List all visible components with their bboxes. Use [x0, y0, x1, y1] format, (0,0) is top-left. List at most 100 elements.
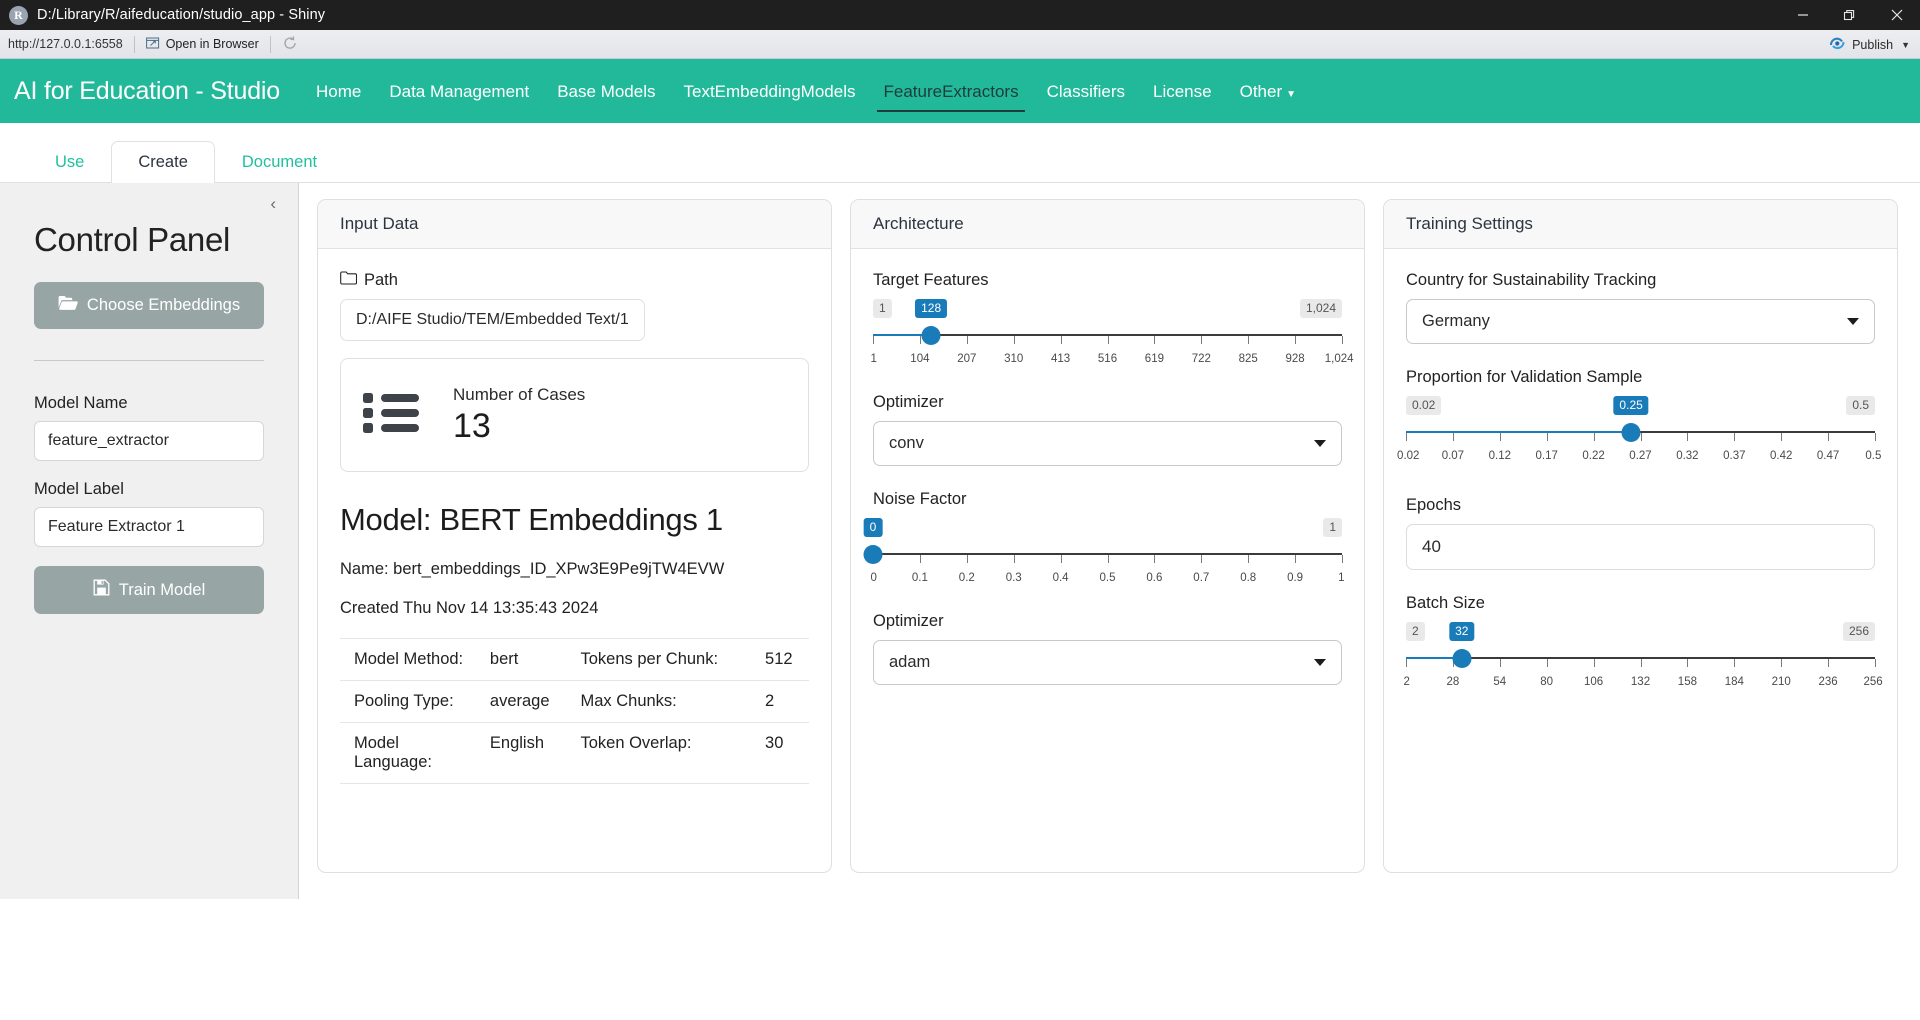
tab-use[interactable]: Use — [28, 141, 111, 183]
path-label-row: Path — [340, 271, 809, 290]
slider-tick-labels: 1 104 207 310 413 516 619 722 825 928 1,024 — [870, 353, 1353, 371]
slider-max-pip: 0.5 — [1846, 396, 1875, 415]
r-logo-icon: R — [9, 5, 28, 25]
slider-tick — [1593, 659, 1595, 667]
model-name-label: Model Name — [34, 394, 128, 412]
slider-handle[interactable] — [1452, 649, 1472, 668]
country-select[interactable]: Germany — [1406, 299, 1875, 344]
save-icon — [93, 579, 110, 601]
slider-track[interactable] — [1406, 420, 1876, 442]
viewer-url[interactable]: http://127.0.0.1:6558 — [8, 37, 123, 51]
nav-item-other[interactable]: Other ▼ — [1226, 63, 1310, 120]
slider-tick — [1499, 659, 1501, 667]
slider-tick-label: 104 — [910, 353, 930, 365]
slider-track[interactable] — [863, 542, 1343, 564]
validation-proportion-label: Proportion for Validation Sample — [1406, 368, 1643, 386]
slider-tick-labels: 0 0.1 0.2 0.3 0.4 0.5 0.6 0.7 0.8 0.9 1 — [870, 572, 1344, 590]
number-of-cases-value: 13 — [453, 407, 491, 445]
window-titlebar: R D:/Library/R/aifeducation/studio_app -… — [0, 0, 1920, 30]
slider-tick — [919, 336, 921, 344]
optimizer-2-select[interactable]: adam — [873, 640, 1342, 685]
training-settings-card: Training Settings Country for Sustainabi… — [1383, 199, 1898, 873]
slider-tick-labels: 0.02 0.07 0.12 0.17 0.22 0.27 0.32 0.37 0.42 0.47… — [1397, 450, 1881, 468]
slider-tick-label: 0.12 — [1488, 450, 1511, 462]
slider-pips: 0 1 — [863, 518, 1342, 540]
nav-item-base-models[interactable]: Base Models — [543, 63, 669, 120]
cell-value: bert — [483, 638, 575, 682]
slider-tick — [1781, 433, 1783, 441]
publish-button[interactable]: Publish ▼ — [1829, 30, 1910, 59]
main-content: Input Data Path D:/AIFE Studio/TEM/Embed… — [299, 183, 1920, 873]
nav-item-classifiers[interactable]: Classifiers — [1033, 63, 1139, 120]
slider-value-pip: 128 — [915, 299, 948, 318]
slider-handle[interactable] — [921, 326, 941, 345]
slider-ticks — [1406, 659, 1876, 668]
slider-tick-label: 516 — [1097, 353, 1118, 365]
slider-tick-label: 413 — [1051, 353, 1071, 365]
slider-tick — [919, 555, 921, 563]
tab-document[interactable]: Document — [215, 141, 344, 183]
validation-proportion-slider[interactable]: 0.02 0.25 0.5 0.02 0.07 0.12 0.17 0.22 0.27 0.… — [1397, 396, 1881, 468]
slider-tick-label: 0.2 — [958, 572, 975, 584]
epochs-input[interactable] — [1406, 524, 1875, 570]
slider-tick-label: 54 — [1493, 676, 1507, 688]
nav-item-feature-extractors[interactable]: FeatureExtractors — [869, 63, 1032, 120]
slider-track[interactable] — [873, 323, 1343, 345]
optimizer-1-select[interactable]: conv — [873, 421, 1342, 466]
minimize-icon[interactable] — [1779, 0, 1826, 30]
slider-tick — [1013, 336, 1015, 344]
close-icon[interactable] — [1873, 0, 1920, 30]
slider-tick-label: 928 — [1285, 353, 1305, 365]
training-settings-header: Training Settings — [1384, 200, 1897, 249]
publish-label: Publish — [1852, 37, 1894, 52]
choose-embeddings-button[interactable]: Choose Embeddings — [34, 282, 264, 329]
model-name-input[interactable] — [34, 421, 264, 461]
table-row: Pooling Type: average Max Chunks: 2 — [340, 680, 809, 724]
open-in-browser-label: Open in Browser — [165, 37, 259, 51]
noise-factor-slider[interactable]: 0 1 0 0.1 0.2 0.3 0.4 0.5 0.6 0.7 0.8 0.9 1 — [863, 518, 1345, 590]
train-model-button[interactable]: Train Model — [34, 566, 264, 614]
app-brand[interactable]: AI for Education - Studio — [14, 77, 280, 106]
control-panel-title: Control Panel — [34, 221, 231, 258]
slider-tick — [1201, 336, 1203, 344]
open-in-browser-button[interactable]: Open in Browser — [145, 36, 259, 53]
slider-tick — [1060, 336, 1062, 344]
cell-value: English — [483, 722, 575, 785]
chevron-down-icon — [1847, 318, 1859, 325]
slider-track[interactable] — [1406, 646, 1876, 668]
slider-tick-label: 0.9 — [1287, 572, 1304, 584]
slider-min-pip: 1 — [873, 299, 892, 318]
nav-item-license[interactable]: License — [1139, 63, 1226, 120]
model-label-input[interactable] — [34, 507, 264, 547]
cell-value-2: 2 — [745, 680, 809, 724]
slider-tick-label: 0.07 — [1441, 450, 1465, 462]
nav-item-text-embedding-models[interactable]: TextEmbeddingModels — [670, 63, 870, 120]
slider-tick — [1640, 433, 1642, 441]
folder-open-icon — [58, 295, 78, 316]
path-value[interactable]: D:/AIFE Studio/TEM/Embedded Text/1 — [340, 299, 645, 341]
slider-handle[interactable] — [863, 545, 883, 564]
slider-tick — [1875, 433, 1876, 441]
window-controls — [1779, 0, 1920, 30]
cell-value-2: 30 — [745, 722, 809, 785]
target-features-slider[interactable]: 1 128 1,024 1 104 207 310 413 516 619 722 825 928… — [870, 299, 1354, 371]
refresh-icon[interactable] — [282, 35, 298, 54]
folder-icon — [340, 271, 358, 290]
optimizer-1-value: conv — [889, 434, 924, 452]
cell-key-2: Max Chunks: — [574, 680, 746, 724]
chevron-down-icon: ▼ — [1901, 39, 1910, 50]
slider-tick — [1295, 336, 1297, 344]
slider-pips: 0.02 0.25 0.5 — [1406, 396, 1875, 418]
nav-item-data-management[interactable]: Data Management — [375, 63, 543, 120]
tab-create[interactable]: Create — [111, 141, 215, 183]
maximize-icon[interactable] — [1826, 0, 1873, 30]
nav-item-home[interactable]: Home — [302, 63, 375, 120]
slider-tick-label: 0.4 — [1052, 572, 1069, 584]
slider-handle[interactable] — [1621, 423, 1641, 442]
chevron-left-icon[interactable]: ‹ — [270, 195, 276, 212]
optimizer-2-label: Optimizer — [873, 612, 944, 630]
slider-tick — [1687, 659, 1689, 667]
batch-size-slider[interactable]: 2 32 256 2 28 54 80 106 132 158 184 210 236 256 — [1403, 622, 1883, 694]
slider-max-pip: 1 — [1323, 518, 1342, 537]
tabstrip: Use Create Document — [0, 139, 1920, 183]
